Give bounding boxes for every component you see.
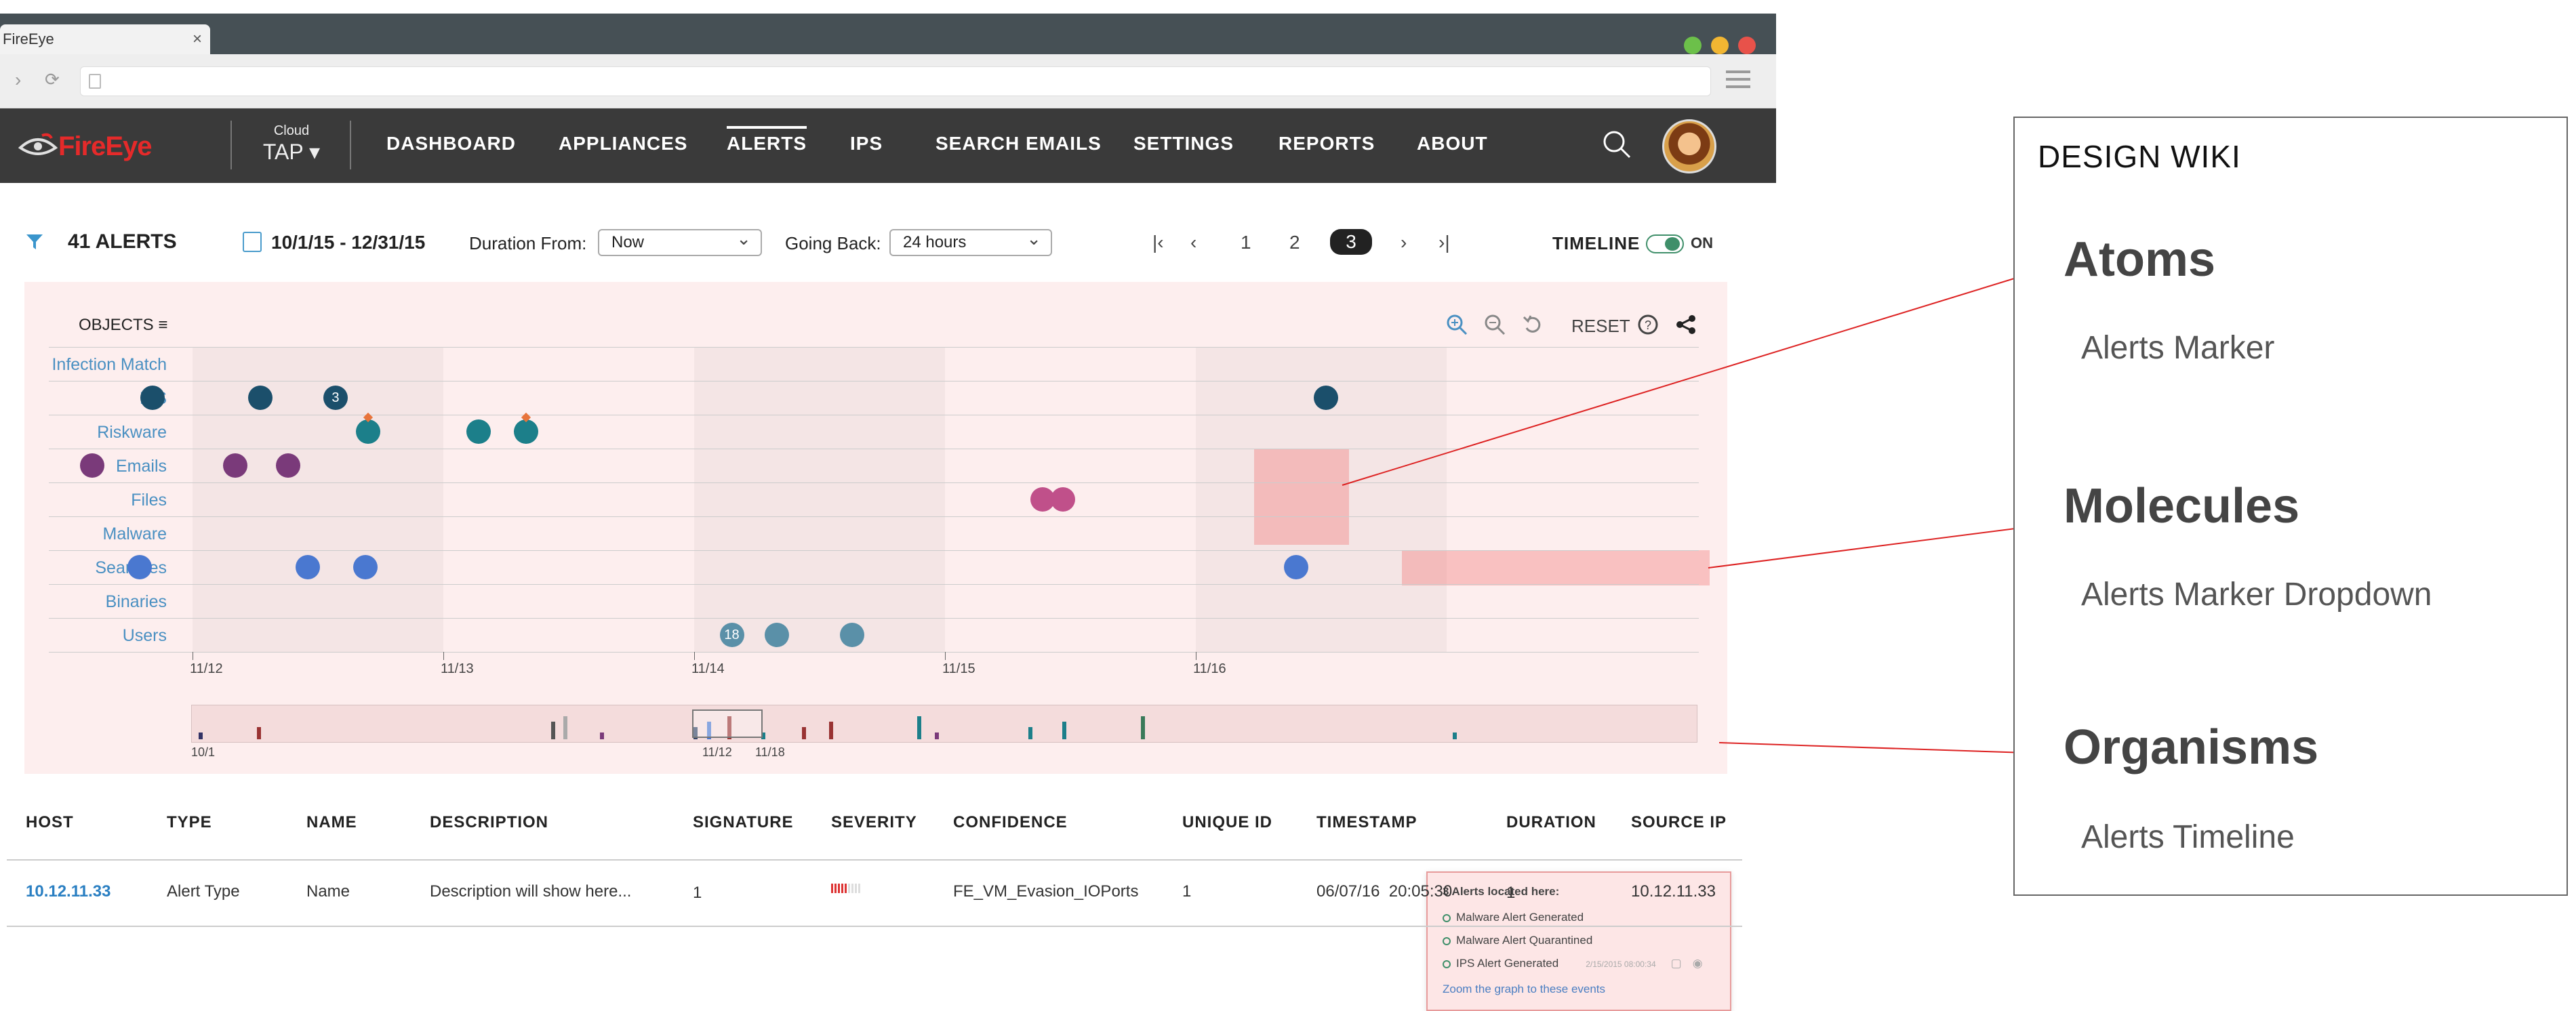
wiki-sub-atoms: Alerts Marker (2081, 330, 2275, 366)
comment-icon[interactable]: ▢ (1671, 957, 1682, 970)
popup-timestamp: 2/15/2015 08:00:34 (1586, 960, 1656, 969)
connector-organisms (1718, 742, 2048, 754)
wiki-heading-organisms: Organisms (2064, 720, 2319, 775)
design-wiki-panel: DESIGN WIKI Atoms Alerts Marker Molecule… (2013, 117, 2568, 896)
connector-atoms (1342, 268, 2048, 486)
zoom-to-events-link[interactable]: Zoom the graph to these events (1443, 983, 1605, 996)
popup-item-label: IPS Alert Generated (1456, 957, 1559, 970)
wiki-heading-atoms: Atoms (2064, 232, 2216, 287)
wiki-heading-molecules: Molecules (2064, 479, 2300, 533)
view-icon[interactable]: ◉ (1693, 957, 1703, 970)
wiki-title: DESIGN WIKI (2038, 139, 2241, 174)
wiki-sub-organisms: Alerts Timeline (2081, 819, 2295, 855)
popup-item[interactable]: IPS Alert Generated 2/15/2015 08:00:34 ▢ ◉ (1443, 957, 1703, 970)
status-icon (1443, 960, 1451, 968)
wiki-sub-molecules: Alerts Marker Dropdown (2081, 577, 2432, 613)
connector-molecules (1708, 524, 2048, 569)
